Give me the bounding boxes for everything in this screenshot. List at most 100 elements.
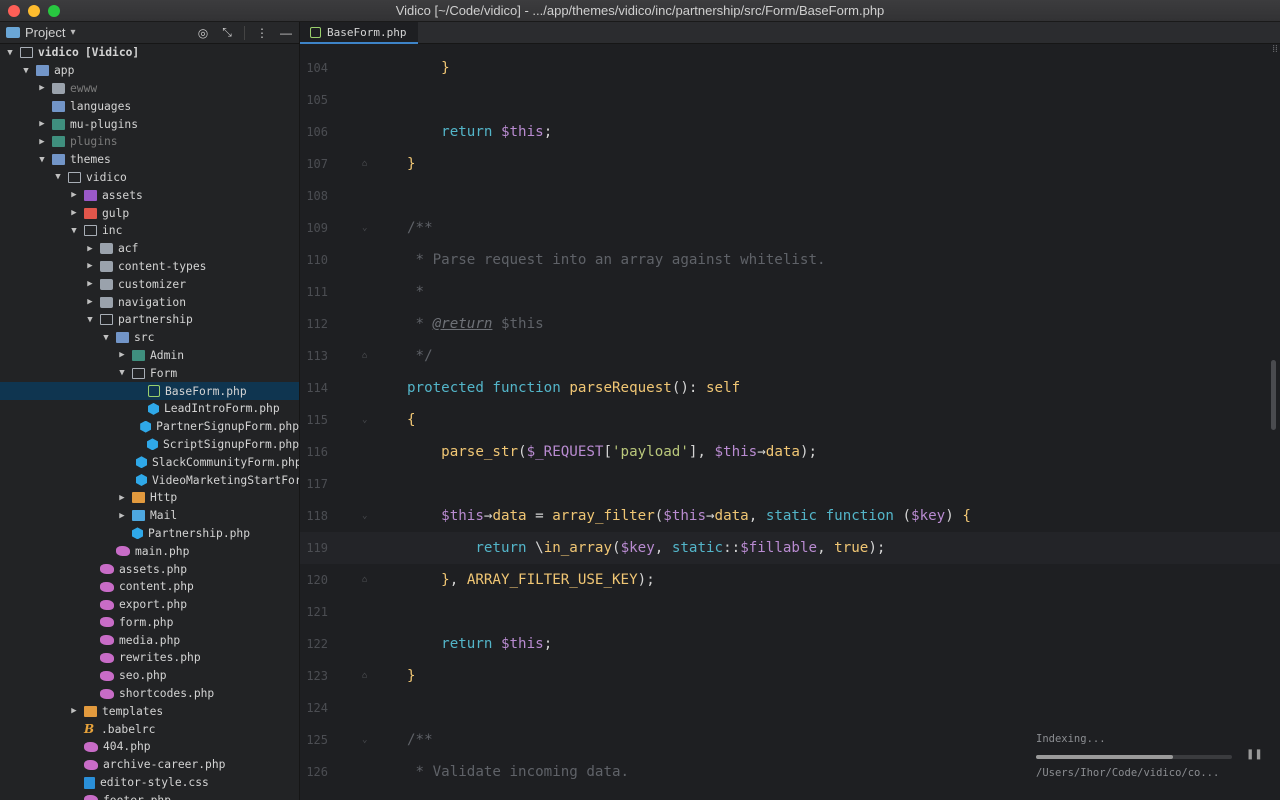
code-line[interactable]: 106 return $this; <box>300 116 1280 148</box>
code-line[interactable]: 122 return $this; <box>300 628 1280 660</box>
tree-item[interactable]: ▶ Mail <box>0 507 299 525</box>
close-window-button[interactable] <box>8 5 20 17</box>
collapsed-arrow-icon[interactable]: ▶ <box>68 208 80 218</box>
collapsed-arrow-icon[interactable]: ▶ <box>84 297 96 307</box>
expanded-arrow-icon[interactable]: ▼ <box>84 315 96 325</box>
code-line[interactable]: 119 return \in_array($key, static::$fill… <box>300 532 1280 564</box>
tab-baseform[interactable]: BaseForm.php <box>300 22 419 44</box>
code-line[interactable]: 115 ⌄ { <box>300 404 1280 436</box>
tree-item[interactable]: ▶ plugins <box>0 133 299 151</box>
code-line[interactable]: 121 <box>300 596 1280 628</box>
tree-item[interactable]: Partnership.php <box>0 525 299 543</box>
tree-item[interactable]: ▼ Form <box>0 364 299 382</box>
tree-item[interactable]: SlackCommunityForm.php <box>0 453 299 471</box>
expanded-arrow-icon[interactable]: ▼ <box>68 226 80 236</box>
tree-item[interactable]: ▶ ewww <box>0 80 299 98</box>
collapsed-arrow-icon[interactable]: ▶ <box>84 244 96 254</box>
tree-item[interactable]: ▼ vidico <box>0 169 299 187</box>
expanded-arrow-icon[interactable]: ▼ <box>52 172 64 182</box>
tree-item[interactable]: ▶ Admin <box>0 347 299 365</box>
tree-item[interactable]: assets.php <box>0 560 299 578</box>
code-line[interactable]: 120 ⌂ }, ARRAY_FILTER_USE_KEY); <box>300 564 1280 596</box>
tree-item[interactable]: B .babelrc <box>0 720 299 738</box>
project-panel-header[interactable]: Project ▾ ◎ ⤡ ⋮ — <box>0 22 299 44</box>
code-editor[interactable]: ⁞⁞ 104 } 105 106 return $this; 107 ⌂} 108 109 ⌄… <box>300 44 1280 800</box>
code-line[interactable]: 107 ⌂} <box>300 148 1280 180</box>
tree-item[interactable]: shortcodes.php <box>0 685 299 703</box>
collapsed-arrow-icon[interactable]: ▶ <box>84 261 96 271</box>
tree-item[interactable]: ▼ app <box>0 62 299 80</box>
tree-item[interactable]: export.php <box>0 596 299 614</box>
code-line[interactable]: 116 parse_str($_REQUEST['payload'], $thi… <box>300 436 1280 468</box>
collapsed-arrow-icon[interactable]: ▶ <box>116 511 128 521</box>
collapsed-arrow-icon[interactable]: ▶ <box>36 83 48 93</box>
tree-item[interactable]: main.php <box>0 542 299 560</box>
chevron-down-icon[interactable]: ▾ <box>70 27 75 38</box>
minimize-icon[interactable]: — <box>279 26 293 40</box>
code-line[interactable]: 114 protected function parseRequest(): se… <box>300 372 1280 404</box>
tree-item[interactable]: editor-style.css <box>0 774 299 792</box>
fold-marker-icon[interactable]: ⌂ <box>362 660 372 692</box>
maximize-window-button[interactable] <box>48 5 60 17</box>
tree-item[interactable]: languages <box>0 97 299 115</box>
collapsed-arrow-icon[interactable]: ▶ <box>36 119 48 129</box>
collapsed-arrow-icon[interactable]: ▶ <box>116 493 128 503</box>
tree-item[interactable]: ▶ customizer <box>0 275 299 293</box>
fold-marker-icon[interactable]: ⌄ <box>362 724 372 756</box>
collapse-icon[interactable]: ⤡ <box>220 25 234 40</box>
tree-item[interactable]: BaseForm.php <box>0 382 299 400</box>
code-line[interactable]: 117 <box>300 468 1280 500</box>
tree-item[interactable]: form.php <box>0 614 299 632</box>
code-line[interactable]: 113 ⌂ */ <box>300 340 1280 372</box>
expanded-arrow-icon[interactable]: ▼ <box>36 155 48 165</box>
tree-item[interactable]: ▶ Http <box>0 489 299 507</box>
tree-item[interactable]: LeadIntroForm.php <box>0 400 299 418</box>
expanded-arrow-icon[interactable]: ▼ <box>4 48 16 58</box>
tree-item[interactable]: ▶ navigation <box>0 293 299 311</box>
target-icon[interactable]: ◎ <box>196 26 210 40</box>
tree-item[interactable]: ▼ vidico [Vidico] <box>0 44 299 62</box>
tree-item[interactable]: ▼ partnership <box>0 311 299 329</box>
tree-item[interactable]: ▶ content-types <box>0 258 299 276</box>
code-line[interactable]: 104 } <box>300 52 1280 84</box>
tree-item[interactable]: 404.php <box>0 738 299 756</box>
more-icon[interactable]: ⋮ <box>255 26 269 40</box>
pause-icon[interactable]: ❚❚ <box>1246 749 1263 760</box>
code-line[interactable]: 108 <box>300 180 1280 212</box>
collapsed-arrow-icon[interactable]: ▶ <box>84 279 96 289</box>
code-line[interactable]: 118 ⌄ $this→data = array_filter($this→dat… <box>300 500 1280 532</box>
fold-marker-icon[interactable]: ⌄ <box>362 500 372 532</box>
expanded-arrow-icon[interactable]: ▼ <box>20 66 32 76</box>
collapsed-arrow-icon[interactable]: ▶ <box>36 137 48 147</box>
fold-marker-icon[interactable]: ⌂ <box>362 564 372 596</box>
tree-item[interactable]: seo.php <box>0 667 299 685</box>
tree-item[interactable]: ▶ gulp <box>0 204 299 222</box>
expanded-arrow-icon[interactable]: ▼ <box>116 368 128 378</box>
collapsed-arrow-icon[interactable]: ▶ <box>68 190 80 200</box>
code-line[interactable]: 110 * Parse request into an array agains… <box>300 244 1280 276</box>
code-line[interactable]: 124 <box>300 692 1280 724</box>
fold-marker-icon[interactable]: ⌄ <box>362 212 372 244</box>
tree-item[interactable]: ▼ themes <box>0 151 299 169</box>
expanded-arrow-icon[interactable]: ▼ <box>100 333 112 343</box>
tree-item[interactable]: ▶ templates <box>0 702 299 720</box>
tree-item[interactable]: PartnerSignupForm.php <box>0 418 299 436</box>
collapsed-arrow-icon[interactable]: ▶ <box>68 706 80 716</box>
code-line[interactable]: 112 * @return $this <box>300 308 1280 340</box>
minimize-window-button[interactable] <box>28 5 40 17</box>
tree-item[interactable]: media.php <box>0 631 299 649</box>
tree-item[interactable]: content.php <box>0 578 299 596</box>
collapsed-arrow-icon[interactable]: ▶ <box>116 350 128 360</box>
tree-item[interactable]: ▶ acf <box>0 240 299 258</box>
fold-marker-icon[interactable]: ⌂ <box>362 340 372 372</box>
code-line[interactable]: 105 <box>300 84 1280 116</box>
tree-item[interactable]: ScriptSignupForm.php <box>0 436 299 454</box>
tree-item[interactable]: ▶ mu-plugins <box>0 115 299 133</box>
code-line[interactable]: 123 ⌂} <box>300 660 1280 692</box>
tree-item[interactable]: rewrites.php <box>0 649 299 667</box>
tree-item[interactable]: footer.php <box>0 791 299 800</box>
tree-item[interactable]: VideoMarketingStartFor <box>0 471 299 489</box>
tree-item[interactable]: ▼ src <box>0 329 299 347</box>
tree-item[interactable]: archive-career.php <box>0 756 299 774</box>
tree-item[interactable]: ▶ assets <box>0 186 299 204</box>
